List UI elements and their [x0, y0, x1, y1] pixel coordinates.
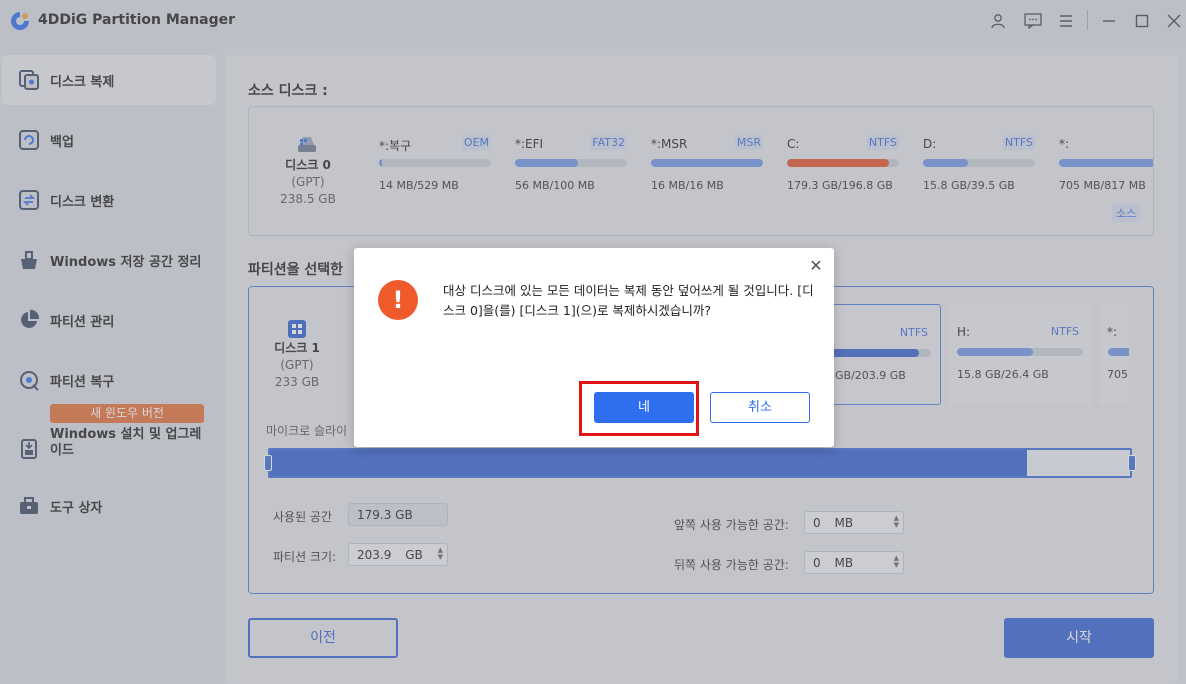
warning-icon: !	[378, 280, 418, 320]
dialog-message: 대상 디스크에 있는 모든 데이터는 복제 동안 덮어쓰게 될 것입니다. [디…	[443, 283, 814, 318]
dialog-close-icon[interactable]: ✕	[806, 256, 826, 276]
cancel-button[interactable]: 취소	[710, 392, 810, 423]
confirm-yes-button[interactable]: 네	[594, 392, 694, 423]
confirm-dialog: ✕ ! 대상 디스크에 있는 모든 데이터는 복제 동안 덮어쓰게 될 것입니다…	[354, 248, 834, 447]
